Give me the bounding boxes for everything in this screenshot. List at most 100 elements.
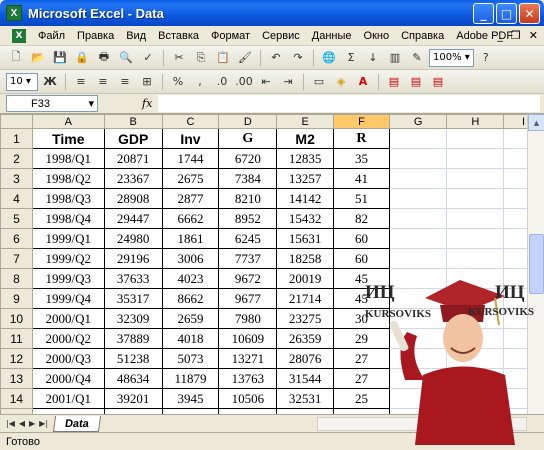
row-header[interactable]: 11 (0, 328, 33, 349)
font-color-icon[interactable]: A (353, 73, 373, 91)
empty-cell[interactable] (446, 328, 505, 349)
menu-view[interactable]: Вид (120, 30, 152, 42)
data-cell[interactable]: 1861 (161, 228, 220, 249)
column-header[interactable]: G (388, 114, 448, 129)
save-icon[interactable]: 💾 (50, 49, 70, 67)
data-cell[interactable]: 9677 (218, 288, 278, 309)
vertical-scrollbar[interactable]: ▲ (527, 114, 544, 414)
data-cell[interactable]: 82 (333, 208, 390, 229)
menu-tools[interactable]: Сервис (256, 30, 306, 42)
data-cell[interactable]: 48634 (103, 368, 163, 389)
data-cell[interactable]: 6662 (161, 208, 220, 229)
empty-cell[interactable] (446, 208, 505, 229)
data-cell[interactable]: 23275 (276, 308, 335, 329)
undo-icon[interactable]: ↶ (266, 49, 286, 67)
next-sheet-icon[interactable]: ▶ (29, 419, 35, 428)
doc-close-icon[interactable]: ✕ (529, 29, 538, 42)
drawing-icon[interactable]: ✎ (407, 49, 427, 67)
data-cell[interactable]: 4023 (161, 268, 220, 289)
data-cell[interactable]: 45 (333, 268, 390, 289)
empty-cell[interactable] (446, 128, 505, 149)
data-cell[interactable]: 8210 (218, 188, 278, 209)
data-cell[interactable]: 45 (333, 288, 390, 309)
empty-cell[interactable] (446, 288, 505, 309)
data-cell[interactable]: 1998/Q1 (31, 148, 105, 169)
fx-icon[interactable]: fx (142, 97, 152, 110)
data-cell[interactable]: 31544 (276, 368, 335, 389)
empty-cell[interactable] (388, 288, 448, 309)
empty-cell[interactable] (388, 248, 448, 269)
horizontal-scrollbar[interactable] (317, 417, 527, 431)
data-cell[interactable]: 1999/Q1 (31, 228, 105, 249)
increase-indent-icon[interactable]: ⇥ (278, 73, 298, 91)
data-cell[interactable]: 60 (333, 248, 390, 269)
empty-cell[interactable] (446, 388, 505, 409)
menu-edit[interactable]: Правка (71, 30, 120, 42)
autosum-icon[interactable]: Σ (341, 49, 361, 67)
chevron-down-icon[interactable]: ▾ (88, 97, 94, 110)
maximize-button[interactable]: □ (496, 3, 517, 24)
data-cell[interactable]: 1998/Q4 (31, 208, 105, 229)
pdf-email-icon[interactable]: ▤ (406, 73, 426, 91)
row-header[interactable]: 13 (0, 368, 33, 389)
data-cell[interactable]: 3006 (161, 248, 220, 269)
menu-insert[interactable]: Вставка (152, 30, 205, 42)
decrease-indent-icon[interactable]: ⇤ (256, 73, 276, 91)
data-cell[interactable]: 27 (333, 348, 390, 369)
document-icon[interactable]: X (12, 28, 26, 43)
align-left-icon[interactable]: ≡ (71, 73, 91, 91)
data-cell[interactable]: 1999/Q2 (31, 248, 105, 269)
column-header[interactable]: H (446, 114, 505, 129)
fill-color-icon[interactable]: ◈ (331, 73, 351, 91)
data-cell[interactable]: 6245 (218, 228, 278, 249)
row-header[interactable]: 10 (0, 308, 33, 329)
permission-icon[interactable]: 🔒 (72, 49, 92, 67)
column-title-cell[interactable]: Time (31, 128, 105, 149)
data-cell[interactable]: 32531 (276, 388, 335, 409)
column-title-cell[interactable]: R (333, 128, 390, 149)
first-sheet-icon[interactable]: |◀ (6, 419, 15, 428)
data-cell[interactable]: 3945 (161, 388, 220, 409)
data-cell[interactable]: 51 (333, 188, 390, 209)
pdf-review-icon[interactable]: ▤ (428, 73, 448, 91)
menu-help[interactable]: Справка (395, 30, 450, 42)
data-cell[interactable]: 27 (333, 368, 390, 389)
copy-icon[interactable]: ⎘ (191, 49, 211, 67)
data-cell[interactable]: 7980 (218, 308, 278, 329)
data-cell[interactable]: 20871 (103, 148, 163, 169)
align-right-icon[interactable]: ≡ (115, 73, 135, 91)
row-header[interactable]: 6 (0, 228, 33, 249)
row-header[interactable]: 8 (0, 268, 33, 289)
decrease-decimal-icon[interactable]: .00 (234, 73, 254, 91)
empty-cell[interactable] (446, 168, 505, 189)
print-icon[interactable]: 🖶 (94, 49, 114, 67)
align-center-icon[interactable]: ≡ (93, 73, 113, 91)
data-cell[interactable]: 13271 (218, 348, 278, 369)
bold-button[interactable]: Ж (40, 73, 60, 91)
column-header[interactable]: B (103, 114, 163, 129)
pdf-convert-icon[interactable]: ▤ (384, 73, 404, 91)
data-cell[interactable]: 1744 (161, 148, 220, 169)
empty-cell[interactable] (388, 128, 448, 149)
data-cell[interactable]: 23367 (103, 168, 163, 189)
data-cell[interactable]: 2000/Q1 (31, 308, 105, 329)
row-header[interactable]: 7 (0, 248, 33, 269)
data-cell[interactable]: 30 (333, 308, 390, 329)
last-sheet-icon[interactable]: ▶| (39, 419, 48, 428)
merge-center-icon[interactable]: ⊞ (137, 73, 157, 91)
data-cell[interactable]: 14142 (276, 188, 335, 209)
zoom-select[interactable]: 100% ▾ (429, 48, 474, 67)
doc-restore-icon[interactable]: ❐ (511, 29, 521, 42)
menu-data[interactable]: Данные (306, 30, 358, 42)
data-cell[interactable]: 8662 (161, 288, 220, 309)
row-header[interactable]: 12 (0, 348, 33, 369)
empty-cell[interactable] (446, 268, 505, 289)
data-cell[interactable]: 11879 (161, 368, 220, 389)
spelling-icon[interactable]: ✓ (138, 49, 158, 67)
data-cell[interactable]: 13257 (276, 168, 335, 189)
data-cell[interactable]: 28076 (276, 348, 335, 369)
data-cell[interactable]: 6720 (218, 148, 278, 169)
data-cell[interactable]: 7737 (218, 248, 278, 269)
empty-cell[interactable] (446, 368, 505, 389)
format-painter-icon[interactable]: 🖌 (235, 49, 255, 67)
